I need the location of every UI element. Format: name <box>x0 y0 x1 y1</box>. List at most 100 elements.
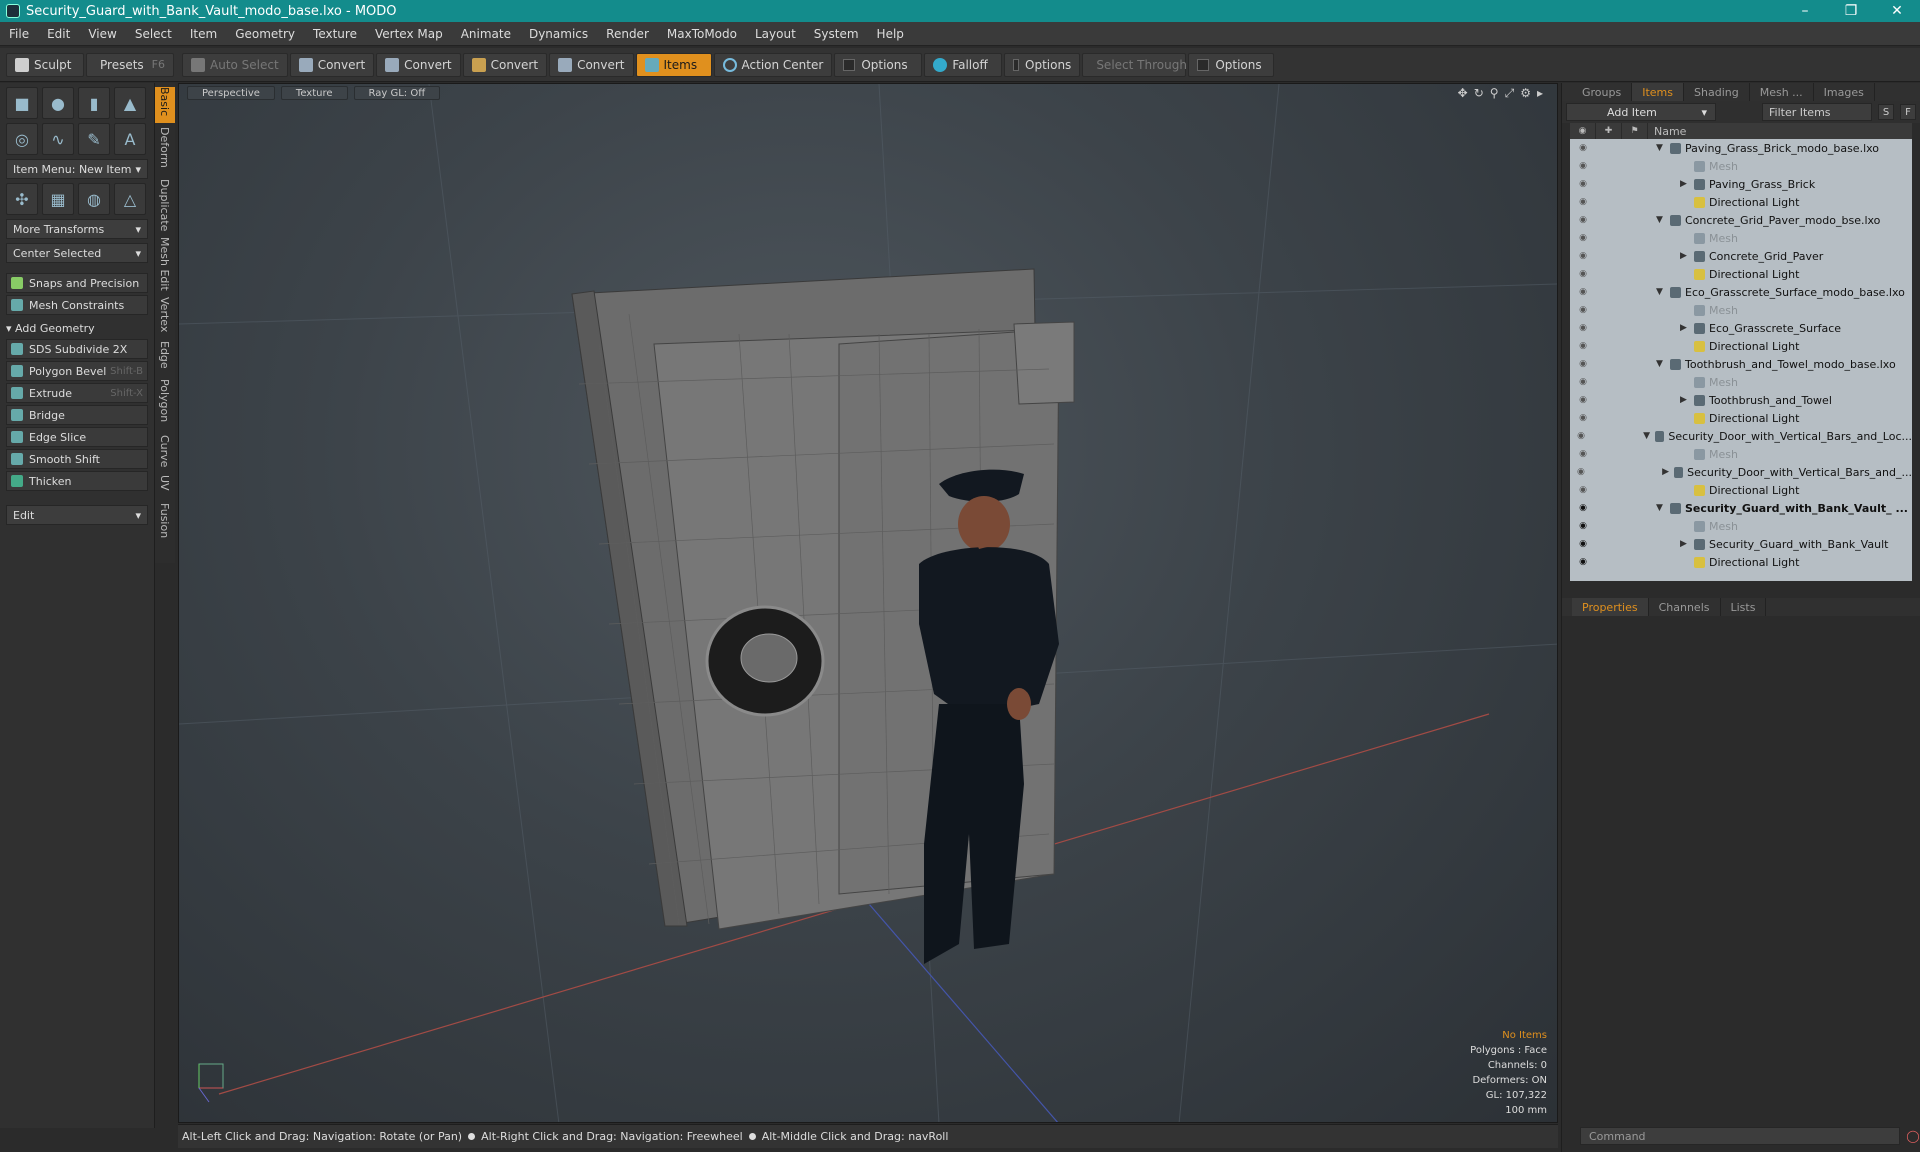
rotate-icon[interactable]: ↻ <box>1474 86 1484 101</box>
restore-button[interactable]: ❐ <box>1828 0 1874 22</box>
expand-arrow-icon[interactable]: ▼ <box>1643 431 1655 441</box>
falloff-button[interactable]: Falloff <box>924 52 1003 77</box>
tree-row[interactable]: ◉ ▼ Eco_Grasscrete_Surface_modo_base.lxo <box>1570 283 1912 301</box>
close-button[interactable]: ✕ <box>1874 0 1920 22</box>
visibility-eye-icon[interactable]: ◉ <box>1570 503 1596 513</box>
tab-deform[interactable]: Deform <box>155 127 175 175</box>
gear-icon[interactable]: ⚙ <box>1520 86 1531 101</box>
sphere-icon[interactable]: ● <box>42 87 74 119</box>
tree-row[interactable]: ◉ ▼ Paving_Grass_Brick_modo_base.lxo <box>1570 139 1912 157</box>
convert-button-4[interactable]: Convert <box>549 52 634 77</box>
expand-arrow-icon[interactable]: ▼ <box>1656 359 1670 369</box>
menu-item[interactable]: Item <box>181 27 226 41</box>
auto-select-button[interactable]: Auto Select <box>182 52 288 77</box>
menu-file[interactable]: File <box>0 27 38 41</box>
visibility-eye-icon[interactable]: ◉ <box>1570 359 1596 369</box>
add-item-button[interactable]: Add Item ▾ <box>1566 103 1716 121</box>
tab-items[interactable]: Items <box>1632 83 1685 101</box>
tree-branch-icon[interactable]: ▶ <box>1680 395 1694 405</box>
action-center-button[interactable]: Action Center <box>713 52 833 77</box>
tab-lists[interactable]: Lists <box>1721 598 1767 616</box>
3d-viewport[interactable]: Perspective Texture Ray GL: Off ✥ ↻ ⚲ ⤢ … <box>178 83 1558 1123</box>
more-transforms-dropdown[interactable]: More Transforms ▾ <box>6 219 148 239</box>
tab-mesh-edit[interactable]: Mesh Edit <box>155 237 175 293</box>
polygon-bevel-button[interactable]: Polygon Bevel Shift-B <box>6 361 148 381</box>
tree-row[interactable]: ◉ Directional Light <box>1570 553 1912 571</box>
select-through-button[interactable]: Select Through <box>1082 52 1187 77</box>
render-column-icon[interactable]: ⚑ <box>1622 123 1648 139</box>
visibility-eye-icon[interactable]: ◉ <box>1570 521 1596 531</box>
visibility-eye-icon[interactable]: ◉ <box>1570 413 1596 423</box>
visibility-eye-icon[interactable]: ◉ <box>1570 179 1596 189</box>
visibility-eye-icon[interactable]: ◉ <box>1570 467 1592 477</box>
lock-column-icon[interactable]: ✚ <box>1596 123 1622 139</box>
options-button-3[interactable]: Options <box>1188 52 1275 77</box>
menu-edit[interactable]: Edit <box>38 27 79 41</box>
cylinder-icon[interactable]: ▮ <box>78 87 110 119</box>
visibility-eye-icon[interactable]: ◉ <box>1570 485 1596 495</box>
tree-row[interactable]: ◉ Directional Light <box>1570 193 1912 211</box>
convert-button-1[interactable]: Convert <box>289 52 375 77</box>
text-tool-icon[interactable]: A <box>114 123 146 155</box>
expand-arrow-icon[interactable]: ▼ <box>1656 215 1670 225</box>
tab-groups[interactable]: Groups <box>1572 83 1633 101</box>
tree-row[interactable]: ◉ ▶ Security_Door_with_Vertical_Bars_and_.… <box>1570 463 1912 481</box>
tab-images[interactable]: Images <box>1814 83 1875 101</box>
pan-icon[interactable]: ✥ <box>1458 86 1468 101</box>
menu-vertex-map[interactable]: Vertex Map <box>366 27 452 41</box>
cube-icon[interactable]: ■ <box>6 87 38 119</box>
grid-icon[interactable]: ▦ <box>42 183 74 215</box>
menu-texture[interactable]: Texture <box>304 27 366 41</box>
visibility-eye-icon[interactable]: ◉ <box>1570 323 1596 333</box>
menu-layout[interactable]: Layout <box>746 27 805 41</box>
torus-icon[interactable]: ◎ <box>6 123 38 155</box>
tab-channels[interactable]: Channels <box>1649 598 1721 616</box>
convert-button-3[interactable]: Convert <box>462 52 548 77</box>
visibility-eye-icon[interactable]: ◉ <box>1570 251 1596 261</box>
tab-duplicate[interactable]: Duplicate <box>155 179 175 235</box>
tab-curve[interactable]: Curve <box>155 435 175 471</box>
menu-system[interactable]: System <box>805 27 868 41</box>
options-button-1[interactable]: Options <box>834 52 923 77</box>
options-button-2[interactable]: Options <box>1004 52 1081 77</box>
tree-branch-icon[interactable]: ▶ <box>1680 539 1694 549</box>
visibility-eye-icon[interactable]: ◉ <box>1570 287 1596 297</box>
transform-icon[interactable]: ✣ <box>6 183 38 215</box>
pen-icon[interactable]: ✎ <box>78 123 110 155</box>
visibility-eye-icon[interactable]: ◉ <box>1570 215 1596 225</box>
visibility-eye-icon[interactable]: ◉ <box>1570 395 1596 405</box>
menu-view[interactable]: View <box>79 27 125 41</box>
tab-shading[interactable]: Shading <box>1684 83 1750 101</box>
extrude-button[interactable]: Extrude Shift-X <box>6 383 148 403</box>
items-mode-button[interactable]: Items <box>635 52 712 77</box>
smooth-shift-button[interactable]: Smooth Shift <box>6 449 148 469</box>
tree-row[interactable]: ◉ ▶ Paving_Grass_Brick <box>1570 175 1912 193</box>
tree-row[interactable]: ◉ ▶ Concrete_Grid_Paver <box>1570 247 1912 265</box>
visibility-eye-icon[interactable]: ◉ <box>1570 377 1596 387</box>
menu-select[interactable]: Select <box>126 27 181 41</box>
visibility-eye-icon[interactable]: ◉ <box>1570 233 1596 243</box>
options-checkbox[interactable] <box>843 58 856 71</box>
visibility-eye-icon[interactable]: ◉ <box>1570 449 1596 459</box>
command-input[interactable]: Command <box>1580 1127 1900 1145</box>
options-checkbox[interactable] <box>1197 58 1210 71</box>
center-selected-dropdown[interactable]: Center Selected ▾ <box>6 243 148 263</box>
tree-row[interactable]: ◉ Directional Light <box>1570 409 1912 427</box>
visibility-eye-icon[interactable]: ◉ <box>1570 305 1596 315</box>
texture-button[interactable]: Texture <box>280 86 348 100</box>
expand-arrow-icon[interactable]: ▼ <box>1656 287 1670 297</box>
tree-row[interactable]: ◉ Mesh <box>1570 445 1912 463</box>
visibility-eye-icon[interactable]: ◉ <box>1570 161 1596 171</box>
globe-icon[interactable]: ◍ <box>78 183 110 215</box>
tree-row[interactable]: ◉ ▶ Security_Guard_with_Bank_Vault <box>1570 535 1912 553</box>
raygl-button[interactable]: Ray GL: Off <box>353 86 441 100</box>
edit-dropdown[interactable]: Edit ▾ <box>6 505 148 525</box>
expand-arrow-icon[interactable]: ▼ <box>1656 143 1670 153</box>
expand-arrow-icon[interactable]: ▼ <box>1656 503 1670 513</box>
bridge-button[interactable]: Bridge <box>6 405 148 425</box>
tab-mesh[interactable]: Mesh ... <box>1750 83 1814 101</box>
command-record-icon[interactable]: ◯ <box>1906 1127 1920 1145</box>
chevron-right-icon[interactable]: ▸ <box>1537 86 1543 101</box>
menu-animate[interactable]: Animate <box>452 27 520 41</box>
tree-row[interactable]: ◉ Mesh <box>1570 157 1912 175</box>
